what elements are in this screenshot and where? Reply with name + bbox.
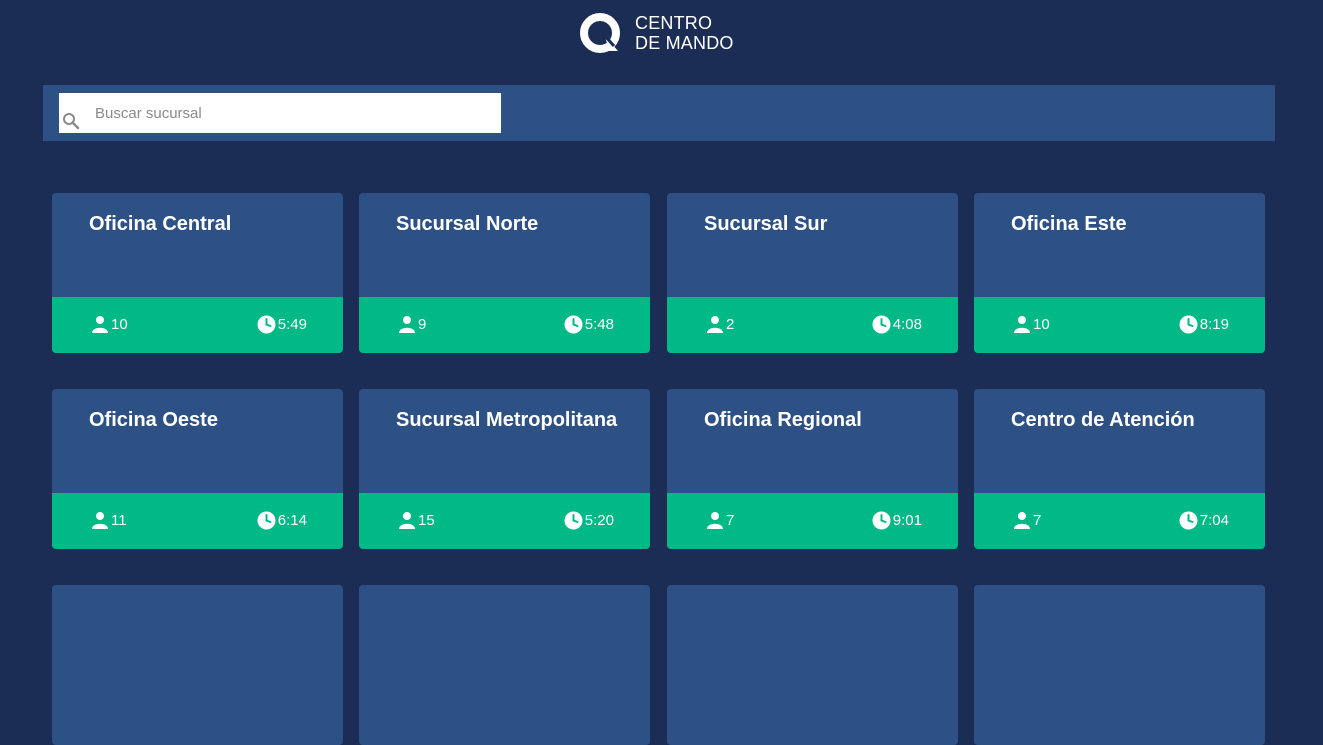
logo[interactable]: CENTRO DE MANDO xyxy=(578,11,734,55)
branch-title: Sucursal Metropolitana xyxy=(396,409,618,431)
clock-icon xyxy=(564,511,583,530)
wait-time: 5:48 xyxy=(564,315,614,334)
branch-card-partial[interactable] xyxy=(359,585,650,745)
person-icon xyxy=(92,316,108,333)
person-icon xyxy=(1014,316,1030,333)
person-icon xyxy=(1014,512,1030,529)
card-footer: 15 5:20 xyxy=(359,493,650,549)
search-box[interactable] xyxy=(59,93,501,133)
person-icon xyxy=(399,316,415,333)
clock-icon xyxy=(1179,315,1198,334)
person-icon xyxy=(399,512,415,529)
wait-time-value: 6:14 xyxy=(277,512,307,529)
people-count-value: 7 xyxy=(1033,511,1042,529)
people-count: 11 xyxy=(91,511,127,529)
people-count-value: 10 xyxy=(111,315,128,333)
people-count: 15 xyxy=(398,511,435,529)
card-footer: 10 8:19 xyxy=(974,297,1265,353)
people-count: 7 xyxy=(706,511,734,529)
wait-time-value: 5:20 xyxy=(584,512,614,529)
wait-time: 7:04 xyxy=(1179,511,1229,530)
people-count-value: 10 xyxy=(1033,315,1050,333)
wait-time-value: 5:48 xyxy=(584,316,614,333)
wait-time-value: 8:19 xyxy=(1199,316,1229,333)
branch-card[interactable]: Oficina Regional 7 9:01 xyxy=(667,389,958,549)
clock-icon xyxy=(564,315,583,334)
people-count: 7 xyxy=(1013,511,1041,529)
wait-time: 9:01 xyxy=(872,511,922,530)
branch-card[interactable]: Sucursal Norte 9 5:48 xyxy=(359,193,650,353)
wait-time-value: 4:08 xyxy=(892,316,922,333)
wait-time-value: 9:01 xyxy=(892,512,922,529)
header: CENTRO DE MANDO xyxy=(0,0,1323,70)
search-input[interactable] xyxy=(95,93,495,133)
branch-card[interactable]: Oficina Central 10 5:49 xyxy=(52,193,343,353)
search-icon xyxy=(63,113,80,130)
branch-title: Oficina Este xyxy=(1011,213,1127,235)
person-icon xyxy=(707,512,723,529)
people-count-value: 11 xyxy=(111,511,127,529)
branch-card-partial[interactable] xyxy=(667,585,958,745)
branch-card[interactable]: Centro de Atención 7 7:04 xyxy=(974,389,1265,549)
branch-title: Oficina Oeste xyxy=(89,409,218,431)
clock-icon xyxy=(257,511,276,530)
person-icon xyxy=(707,316,723,333)
branch-card[interactable]: Sucursal Sur 2 4:08 xyxy=(667,193,958,353)
clock-icon xyxy=(257,315,276,334)
branch-title: Sucursal Sur xyxy=(704,213,828,235)
card-footer: 7 9:01 xyxy=(667,493,958,549)
wait-time-value: 5:49 xyxy=(277,316,307,333)
people-count: 10 xyxy=(91,315,128,333)
logo-text: CENTRO DE MANDO xyxy=(635,13,734,53)
wait-time: 8:19 xyxy=(1179,315,1229,334)
search-bar xyxy=(43,85,1275,141)
branch-card[interactable]: Sucursal Metropolitana 15 5:20 xyxy=(359,389,650,549)
card-footer: 7 7:04 xyxy=(974,493,1265,549)
people-count: 10 xyxy=(1013,315,1050,333)
branch-title: Oficina Regional xyxy=(704,409,862,431)
clock-icon xyxy=(1179,511,1198,530)
clock-icon xyxy=(872,315,891,334)
people-count: 9 xyxy=(398,315,426,333)
people-count-value: 7 xyxy=(726,511,735,529)
wait-time: 5:20 xyxy=(564,511,614,530)
card-footer: 10 5:49 xyxy=(52,297,343,353)
branch-title: Sucursal Norte xyxy=(396,213,539,235)
wait-time: 4:08 xyxy=(872,315,922,334)
logo-line-1: CENTRO xyxy=(635,13,713,33)
branch-card[interactable]: Oficina Oeste 11 6:14 xyxy=(52,389,343,549)
people-count-value: 9 xyxy=(418,315,427,333)
branch-card-partial[interactable] xyxy=(52,585,343,745)
wait-time-value: 7:04 xyxy=(1199,512,1229,529)
people-count-value: 15 xyxy=(418,511,435,529)
wait-time: 6:14 xyxy=(257,511,307,530)
branch-title: Oficina Central xyxy=(89,213,232,235)
clock-icon xyxy=(872,511,891,530)
logo-icon xyxy=(580,13,620,53)
logo-line-2: DE MANDO xyxy=(635,33,734,53)
card-footer: 9 5:48 xyxy=(359,297,650,353)
card-footer: 11 6:14 xyxy=(52,493,343,549)
person-icon xyxy=(92,512,108,529)
branch-card-partial[interactable] xyxy=(974,585,1265,745)
card-footer: 2 4:08 xyxy=(667,297,958,353)
branch-title: Centro de Atención xyxy=(1011,409,1195,431)
people-count-value: 2 xyxy=(726,315,735,333)
branch-card[interactable]: Oficina Este 10 8:19 xyxy=(974,193,1265,353)
people-count: 2 xyxy=(706,315,734,333)
wait-time: 5:49 xyxy=(257,315,307,334)
